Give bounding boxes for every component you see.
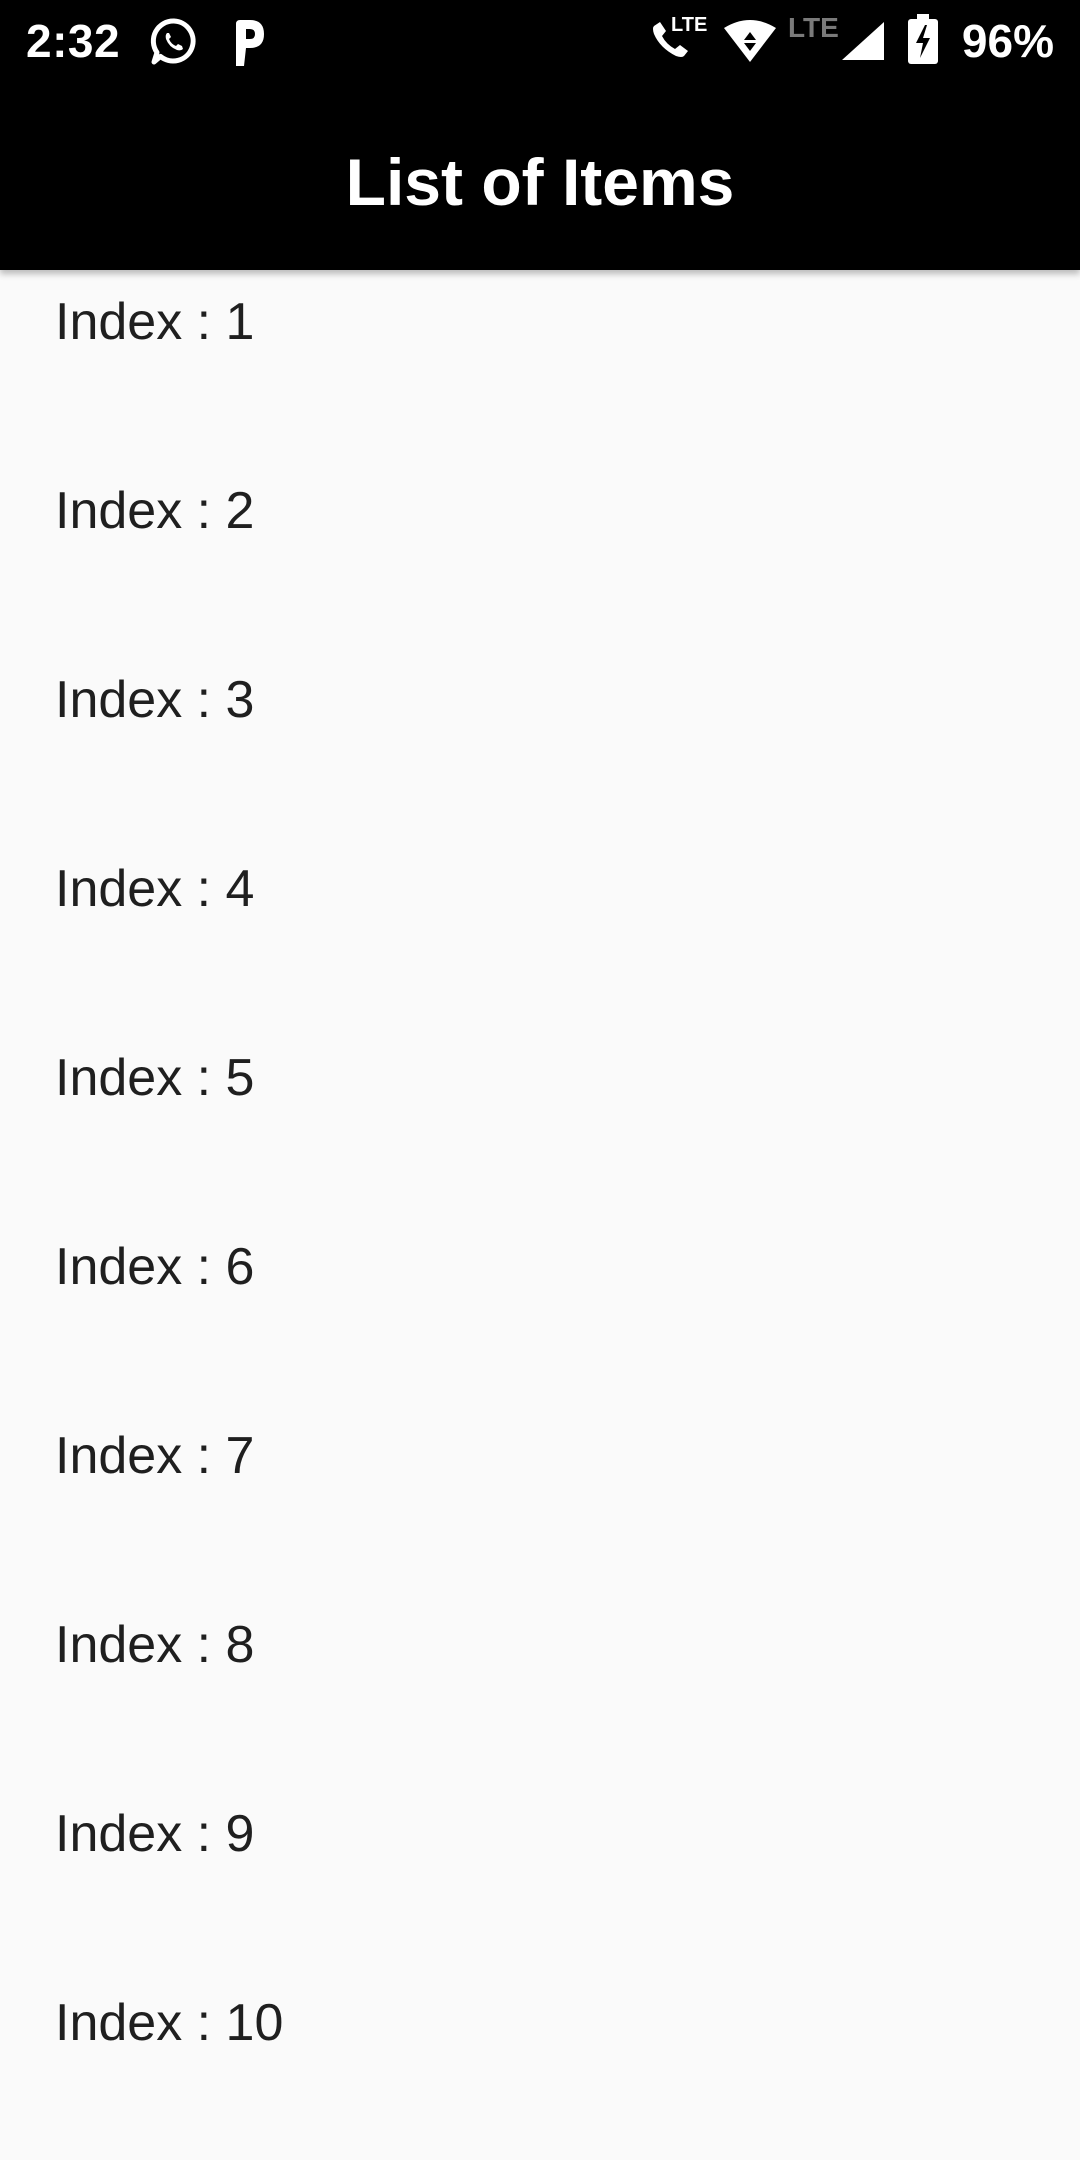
list-item[interactable]: Index : 7	[0, 1404, 1080, 1593]
volte-lte-label: LTE	[671, 14, 708, 36]
whatsapp-icon	[150, 18, 196, 65]
page-title: List of Items	[345, 145, 735, 219]
list-item-label: Index : 9	[55, 1805, 255, 1863]
wifi-icon	[724, 20, 776, 62]
list-item-label: Index : 8	[55, 1616, 255, 1674]
parking-p-icon	[236, 20, 264, 66]
battery-charging-icon	[908, 14, 938, 64]
signal-icon	[842, 22, 884, 60]
list-item[interactable]: Index : 9	[0, 1782, 1080, 1971]
item-list: Index : 1 Index : 2 Index : 3 Index : 4 …	[0, 270, 1080, 2160]
list-item[interactable]: Index : 4	[0, 837, 1080, 1026]
list-item[interactable]: Index : 3	[0, 648, 1080, 837]
list-item[interactable]: Index : 1	[0, 270, 1080, 459]
list-item-label: Index : 4	[55, 860, 255, 918]
list-item-label: Index : 2	[55, 482, 255, 540]
list-item-label: Index : 1	[55, 293, 255, 351]
app-bar: List of Items	[0, 84, 1080, 270]
list-item[interactable]: Index : 8	[0, 1593, 1080, 1782]
list-item[interactable]: Index : 10	[0, 1971, 1080, 2160]
battery-percentage: 96%	[961, 15, 1054, 67]
list-item-label: Index : 10	[55, 1994, 284, 2052]
list-item-label: Index : 3	[55, 671, 255, 729]
list-item-label: Index : 7	[55, 1427, 255, 1485]
status-time: 2:32	[26, 15, 121, 67]
list-item[interactable]: Index : 6	[0, 1215, 1080, 1404]
list-item-label: Index : 6	[55, 1238, 255, 1296]
lte-secondary-label: LTE	[788, 12, 839, 43]
status-bar: 2:32 LTE LTE 96%	[0, 0, 1080, 84]
list-item[interactable]: Index : 5	[0, 1026, 1080, 1215]
list-item[interactable]: Index : 2	[0, 459, 1080, 648]
list-item-label: Index : 5	[55, 1049, 255, 1107]
